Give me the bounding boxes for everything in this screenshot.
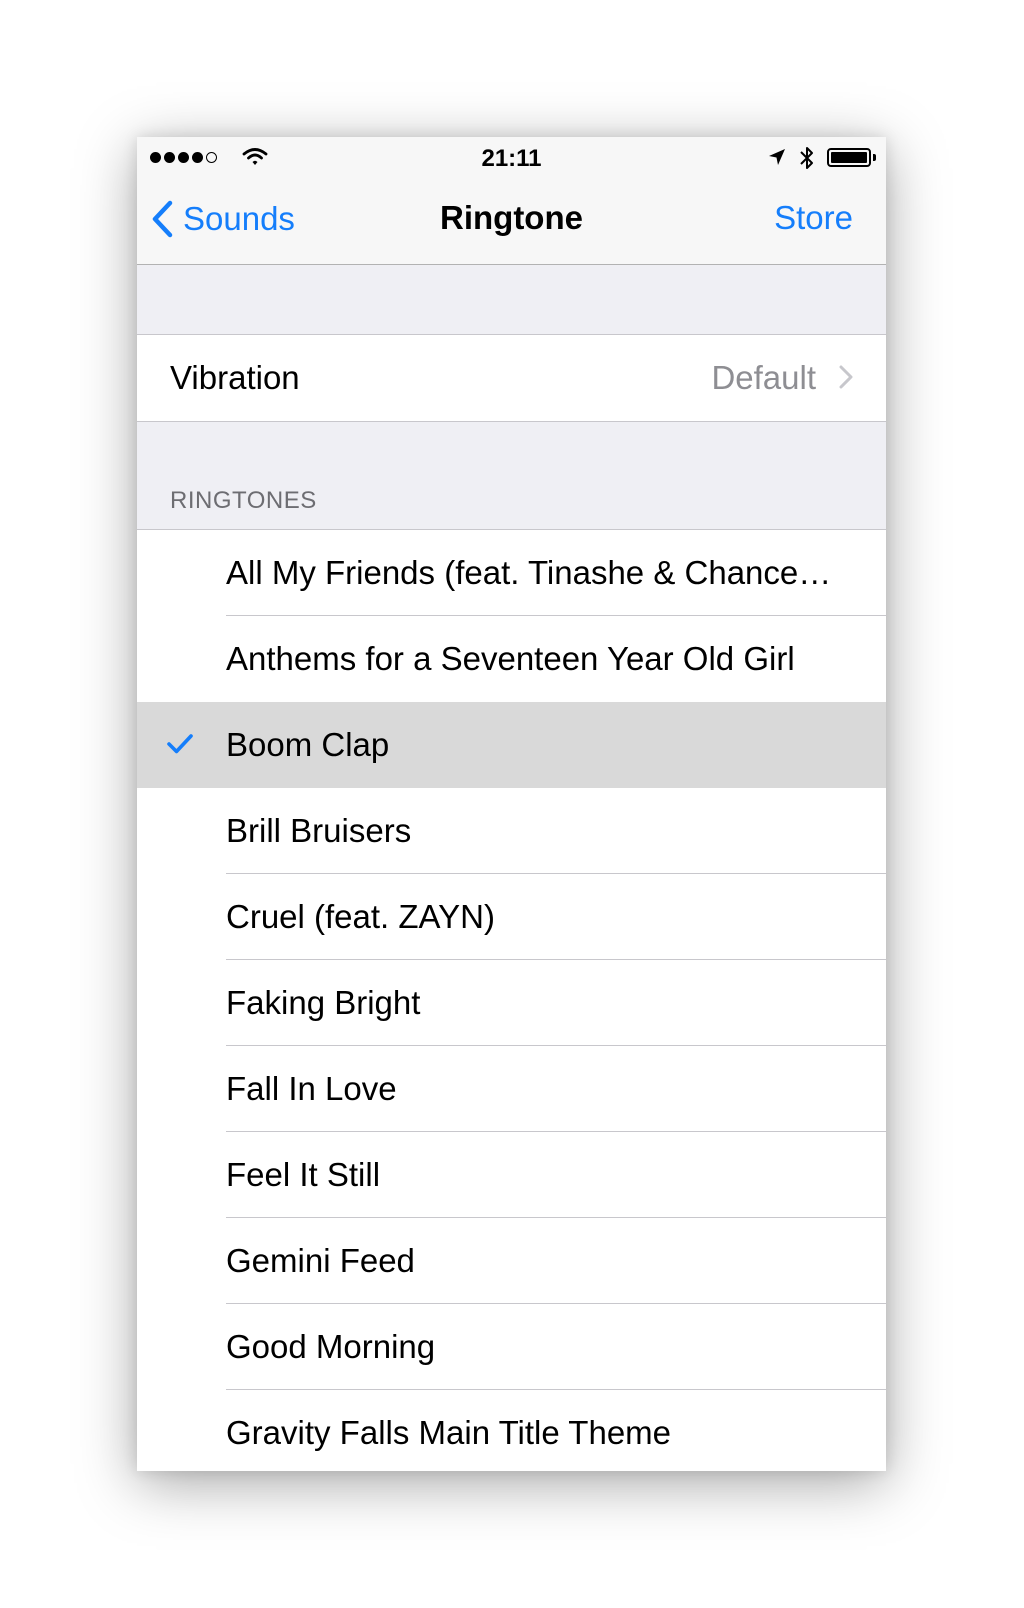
ringtone-label: Gemini Feed: [226, 1242, 415, 1279]
chevron-right-icon: [839, 365, 853, 389]
ringtone-row[interactable]: Anthems for a Seventeen Year Old Girl: [137, 616, 886, 702]
ringtone-row[interactable]: Good Morning: [137, 1304, 886, 1390]
vibration-label: Vibration: [170, 359, 300, 396]
store-button[interactable]: Store: [774, 199, 853, 237]
ringtone-row[interactable]: All My Friends (feat. Tinashe & Chance…: [137, 530, 886, 616]
location-icon: [769, 149, 785, 165]
battery-fill: [831, 152, 867, 163]
ringtone-label: All My Friends (feat. Tinashe & Chance…: [226, 554, 832, 591]
navigation-bar: Sounds Ringtone Store: [137, 177, 886, 265]
ringtone-label: Gravity Falls Main Title Theme: [226, 1414, 672, 1451]
ringtone-row[interactable]: Gravity Falls Main Title Theme: [137, 1390, 886, 1471]
ringtone-row[interactable]: Feel It Still: [137, 1132, 886, 1218]
vibration-value: Default: [711, 359, 816, 396]
ringtone-label: Good Morning: [226, 1328, 436, 1365]
ringtone-label: Cruel (feat. ZAYN): [226, 898, 495, 935]
ringtone-label: Feel It Still: [226, 1156, 381, 1193]
ringtone-label: Faking Bright: [226, 984, 421, 1021]
battery-tip: [873, 154, 876, 161]
ringtone-list: All My Friends (feat. Tinashe & Chance… A…: [137, 529, 886, 1471]
phone-screen: 21:11 Sounds Ringtone Store Vibration De…: [137, 137, 886, 1471]
vibration-row[interactable]: Vibration Default: [137, 334, 886, 422]
ringtone-label: Brill Bruisers: [226, 812, 412, 849]
ringtone-row[interactable]: Cruel (feat. ZAYN): [137, 874, 886, 960]
ringtone-row[interactable]: Faking Bright: [137, 960, 886, 1046]
ringtone-row[interactable]: Brill Bruisers: [137, 788, 886, 874]
battery-icon: [827, 148, 871, 167]
ringtone-row[interactable]: Fall In Love: [137, 1046, 886, 1132]
ringtone-row[interactable]: Gemini Feed: [137, 1218, 886, 1304]
ringtone-label: Anthems for a Seventeen Year Old Girl: [226, 640, 795, 677]
checkmark-icon: [167, 734, 193, 754]
ringtone-row[interactable]: Boom Clap: [137, 702, 886, 788]
ringtones-section-header: RINGTONES: [137, 422, 886, 529]
ringtone-label: Boom Clap: [226, 726, 390, 763]
bluetooth-icon: [800, 147, 813, 169]
section-header-label: RINGTONES: [170, 487, 317, 514]
status-bar: 21:11: [137, 137, 886, 177]
settings-content: Vibration Default RINGTONES All My Frien…: [137, 265, 886, 1471]
ringtone-label: Fall In Love: [226, 1070, 397, 1107]
